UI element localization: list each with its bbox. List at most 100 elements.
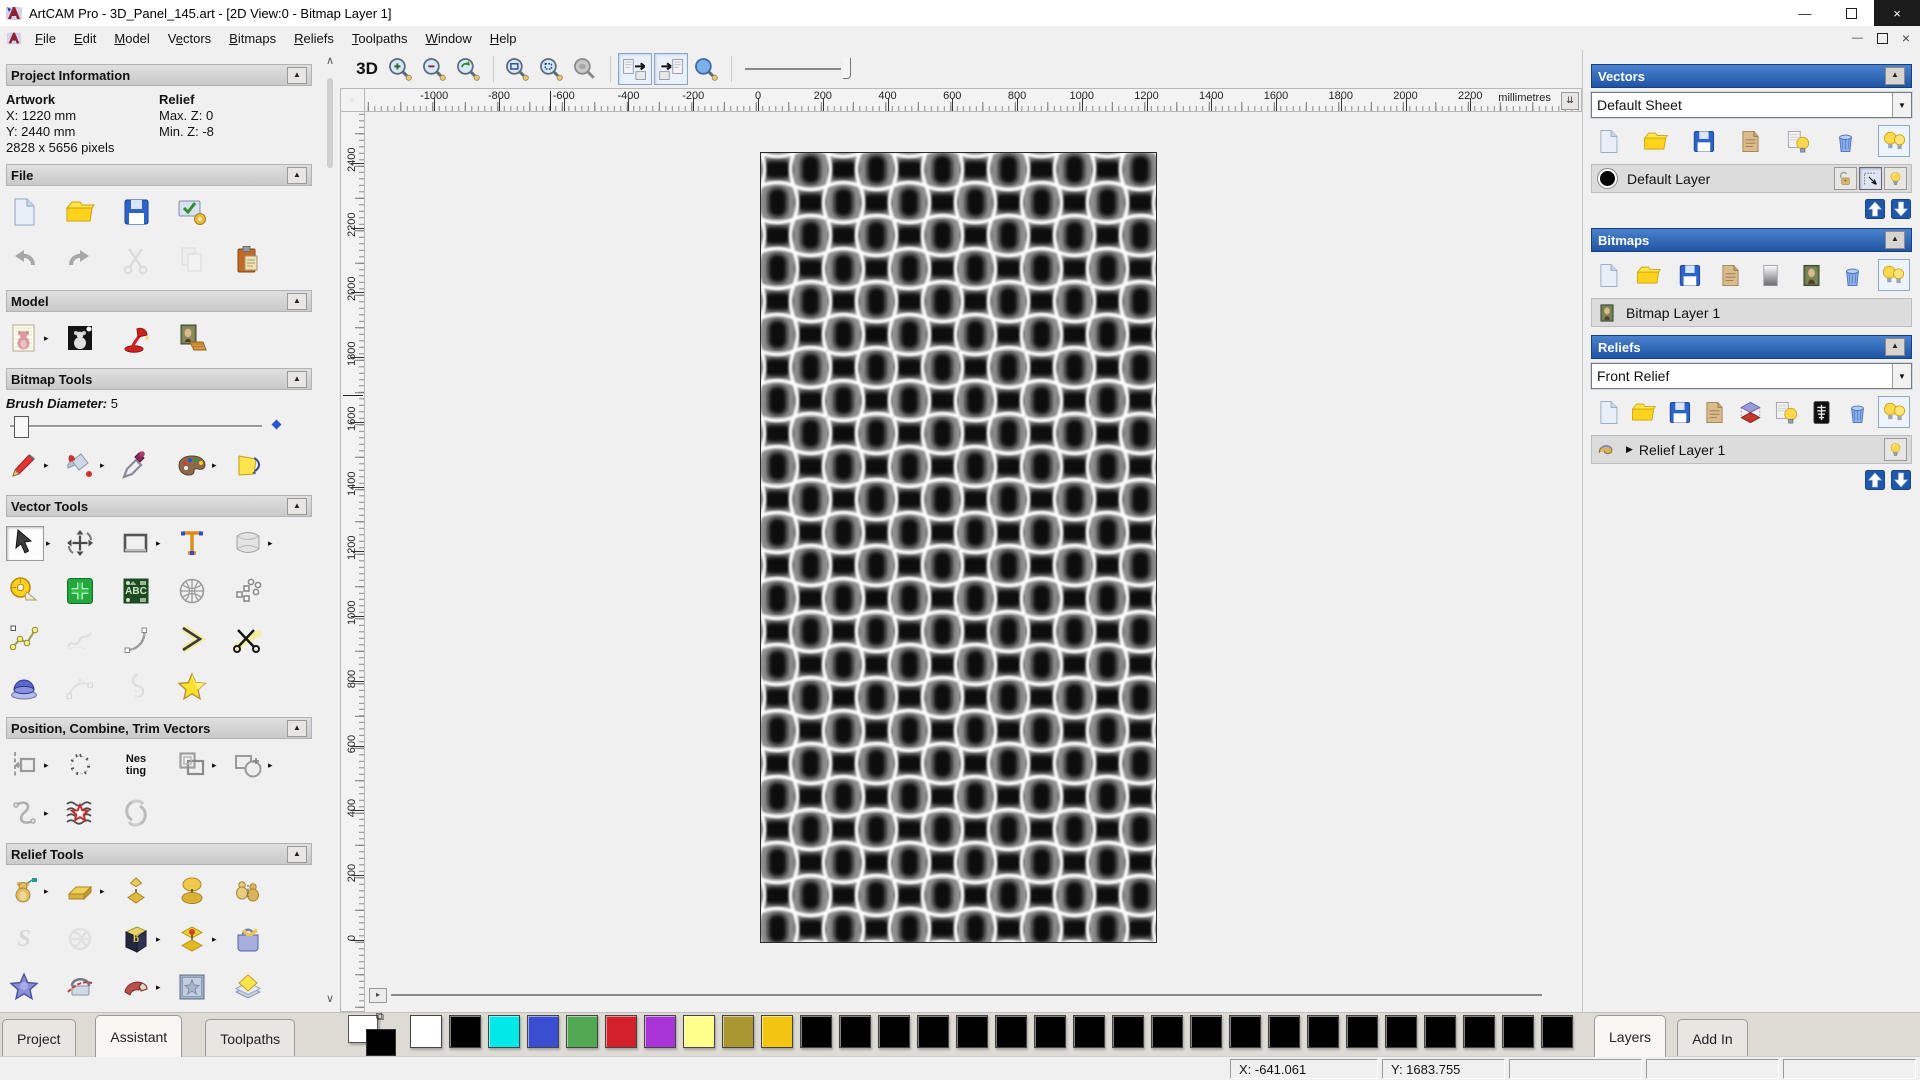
fit-arcs-icon[interactable]	[174, 623, 210, 656]
palette-swatch-20[interactable]	[1190, 1015, 1222, 1048]
save-vector-layer-button[interactable]	[1688, 126, 1718, 156]
menu-file[interactable]: File	[26, 29, 65, 48]
weld-vectors[interactable]: ▸	[230, 749, 286, 782]
relief-sheet-select[interactable]: Front Relief▼	[1591, 363, 1912, 389]
move-layer-down-button[interactable]	[1890, 198, 1912, 220]
flyout-arrow-icon[interactable]: ▸	[212, 460, 217, 471]
menu-window[interactable]: Window	[417, 29, 481, 48]
minimize-button[interactable]: —	[1782, 0, 1828, 26]
align-vectors-icon[interactable]	[6, 749, 42, 782]
palette-swatch-9[interactable]	[761, 1015, 793, 1048]
all-layers-visible-button[interactable]	[1878, 396, 1910, 428]
switch-3d-view-button[interactable]: 3D	[352, 54, 382, 84]
free-sketch[interactable]	[62, 623, 118, 656]
select-vectors-icon[interactable]	[6, 526, 44, 561]
toggle-vector-view-button[interactable]	[654, 53, 688, 85]
copy-relief-icon[interactable]	[230, 875, 266, 908]
all-layers-visible-button[interactable]	[1878, 259, 1910, 291]
lock-layer-button[interactable]	[1834, 167, 1857, 190]
relief-layer-row[interactable]: ▶Relief Layer 1	[1591, 435, 1912, 464]
paint-tool-icon[interactable]	[6, 449, 42, 482]
flyout-arrow-icon[interactable]: ▸	[156, 934, 161, 945]
save-bitmap-layer-button[interactable]	[1674, 260, 1704, 290]
create-shape[interactable]	[6, 971, 62, 1004]
node-editing-icon[interactable]	[62, 575, 98, 608]
create-section[interactable]	[118, 671, 174, 704]
bitmap-layer-row[interactable]: Bitmap Layer 1	[1591, 298, 1912, 327]
palette-swatch-23[interactable]	[1307, 1015, 1339, 1048]
collapse-icon[interactable]: ▲	[287, 67, 307, 84]
interlock-vectors[interactable]	[118, 797, 174, 830]
tab-layers[interactable]: Layers	[1594, 1015, 1666, 1057]
greyscale-from-model[interactable]	[62, 322, 118, 355]
cut-icon[interactable]	[118, 244, 154, 277]
zoom-object-button[interactable]	[569, 54, 601, 84]
create-section-icon[interactable]	[118, 671, 154, 704]
invert-relief-icon[interactable]	[174, 875, 210, 908]
scroll-up-icon[interactable]: ∧	[322, 54, 338, 70]
palette-swatch-28[interactable]	[1502, 1015, 1534, 1048]
palette-swatch-19[interactable]	[1151, 1015, 1183, 1048]
create-arc-icon[interactable]	[118, 623, 154, 656]
restore-button[interactable]	[1828, 0, 1874, 26]
trim-vectors-icon[interactable]	[230, 623, 266, 656]
flyout-arrow-icon[interactable]: ▸	[156, 982, 161, 993]
palette-swatch-29[interactable]	[1541, 1015, 1573, 1048]
sculpting[interactable]: S	[6, 923, 62, 956]
palette-swatch-26[interactable]	[1424, 1015, 1456, 1048]
zoom-previous-button[interactable]	[452, 54, 484, 84]
section-header-vector_tools[interactable]: Vector Tools▲	[6, 495, 312, 517]
section-header-bitmaps[interactable]: Bitmaps▲	[1591, 228, 1912, 252]
flyout-arrow-icon[interactable]: ▸	[100, 886, 105, 897]
options[interactable]	[174, 196, 230, 229]
merge-relief-layers-button[interactable]	[1700, 397, 1730, 427]
child-minimize-button[interactable]: —	[1852, 32, 1863, 44]
create-shape-icon[interactable]	[6, 971, 42, 1004]
reduce-colours-icon[interactable]	[230, 449, 266, 482]
scroll-left-icon[interactable]: ▸	[369, 988, 387, 1003]
open-vector-layer-button[interactable]	[1641, 126, 1671, 156]
invert-relief[interactable]	[174, 875, 230, 908]
all-layers-visible-button[interactable]	[1878, 125, 1910, 157]
calculate-relief[interactable]: ▸	[6, 875, 62, 908]
relief-layers[interactable]	[230, 971, 286, 1004]
free-sketch-icon[interactable]	[62, 623, 98, 656]
flyout-arrow-icon[interactable]: ▸	[268, 760, 273, 771]
menu-toolpaths[interactable]: Toolpaths	[343, 29, 417, 48]
clear-bitmap-layer-button[interactable]	[1756, 260, 1786, 290]
flyout-arrow-icon[interactable]: ▸	[212, 760, 217, 771]
save-relief-layer-button[interactable]	[1664, 397, 1694, 427]
lighting-and-material[interactable]	[118, 322, 174, 355]
palette-swatch-14[interactable]	[956, 1015, 988, 1048]
relief-layers-icon[interactable]	[230, 971, 266, 1004]
interlock-vectors-icon[interactable]	[118, 797, 154, 830]
fit-curve[interactable]	[62, 671, 118, 704]
set-model-size-icon[interactable]	[6, 322, 42, 355]
undo-icon[interactable]	[6, 244, 42, 277]
transform-vectors[interactable]	[62, 527, 118, 560]
nesting[interactable]: Nes ting	[118, 749, 174, 782]
align-vectors[interactable]: ▸	[6, 749, 62, 782]
create-arc[interactable]	[118, 623, 174, 656]
create-rectangle[interactable]: ▸	[118, 527, 174, 560]
bitmap-preview-button[interactable]	[1797, 260, 1827, 290]
child-close-button[interactable]: ×	[1902, 30, 1910, 46]
flyout-arrow-icon[interactable]: ▸	[44, 808, 49, 819]
flyout-arrow-icon[interactable]: ▸	[268, 538, 273, 549]
flyout-arrow-icon[interactable]: ▸	[156, 538, 161, 549]
chevron-down-icon[interactable]: ▼	[1892, 364, 1911, 388]
new-bitmap-layer-button[interactable]	[1593, 260, 1623, 290]
envelope-distortion-icon[interactable]	[230, 527, 266, 560]
paste-along-curve-icon[interactable]	[230, 575, 266, 608]
create-polyline-icon[interactable]	[6, 623, 42, 656]
tab-assistant[interactable]: Assistant	[95, 1015, 182, 1057]
drawing-canvas[interactable]: ▸	[365, 112, 1582, 1012]
vector-texture-icon[interactable]	[62, 797, 98, 830]
paint-tool[interactable]: ▸	[6, 449, 62, 482]
copy-icon[interactable]	[174, 244, 210, 277]
two-rail-sweep[interactable]: ▸	[118, 971, 174, 1004]
copy[interactable]	[174, 244, 230, 277]
collapse-icon[interactable]: ▲	[287, 498, 307, 515]
redo-icon[interactable]	[62, 244, 98, 277]
section-header-relief_tools[interactable]: Relief Tools▲	[6, 843, 312, 865]
